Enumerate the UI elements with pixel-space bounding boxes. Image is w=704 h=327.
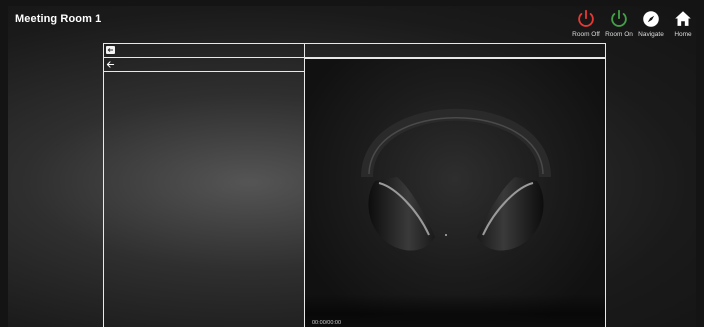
- collapse-button[interactable]: [106, 46, 115, 54]
- player-toolbar: [305, 44, 605, 59]
- playback-time: 00:00/00:00: [312, 320, 342, 326]
- room-title: Meeting Room 1: [15, 13, 102, 25]
- browser-toolbar: [104, 44, 304, 58]
- home-label: Home: [674, 31, 692, 38]
- player-controls: 00:00/00:00: [305, 294, 605, 327]
- collapse-icon: [107, 48, 113, 52]
- video-player[interactable]: 00:00/00:00: [305, 59, 605, 327]
- player-pane: 00:00/00:00: [305, 44, 605, 327]
- headphones-image: [361, 108, 551, 251]
- home-button[interactable]: Home: [663, 8, 703, 38]
- back-row: [104, 58, 304, 72]
- back-arrow-icon[interactable]: [106, 60, 115, 69]
- media-panel: 00:00/00:00: [103, 43, 606, 327]
- home-icon: [663, 8, 703, 30]
- browser-pane: [104, 44, 305, 327]
